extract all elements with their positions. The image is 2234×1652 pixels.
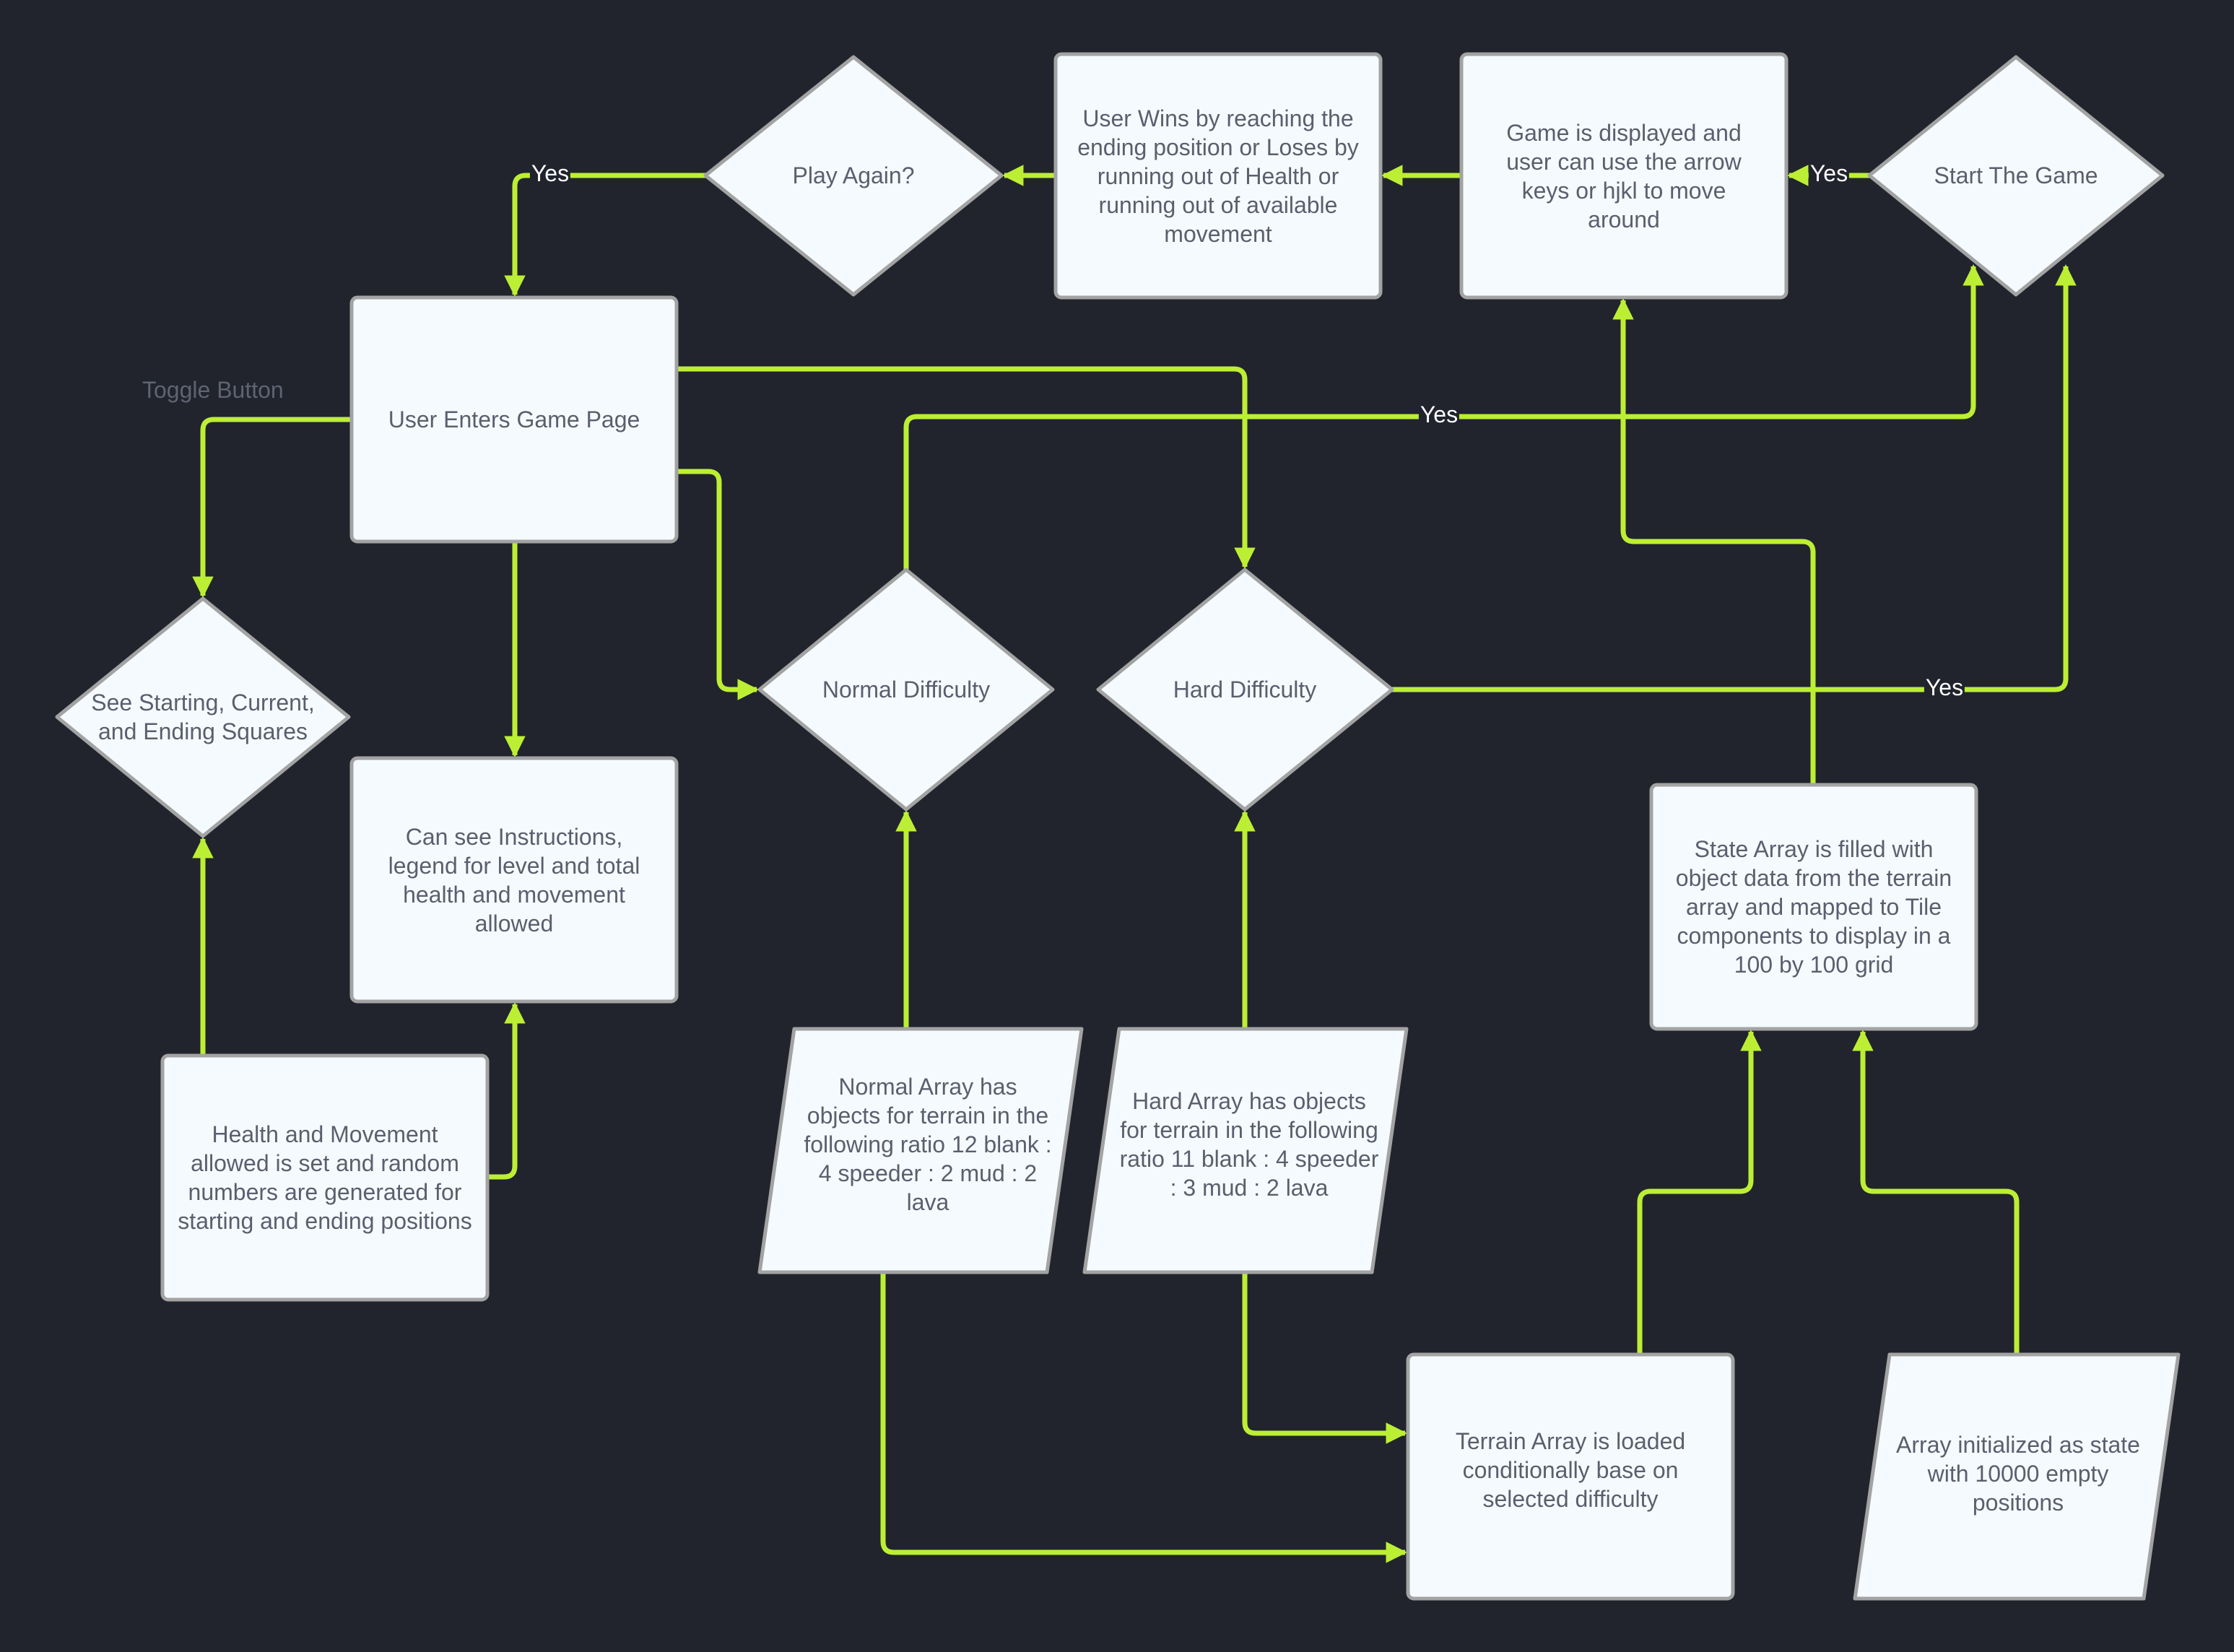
edge-state-array-to-game-displayed[interactable]: [1612, 298, 1816, 785]
toggle-button-annotation: Toggle Button: [142, 377, 284, 403]
node-state-array: State Array is filled with object data f…: [1675, 836, 1952, 978]
edge-normal-array-to-terrain-array[interactable]: [880, 1272, 1407, 1563]
edge-user-enters-to-hard-difficulty[interactable]: [677, 366, 1256, 569]
edge-hard-difficulty-to-start-game[interactable]: [1392, 264, 2077, 692]
edge-user-enters-to-normal-difficulty[interactable]: [677, 469, 759, 700]
edge-hard-array-to-terrain-array[interactable]: [1242, 1272, 1407, 1444]
node-hard-difficulty: Hard Difficulty: [1173, 677, 1317, 703]
edge-user-enters-to-see-squares[interactable]: [192, 417, 352, 598]
edge-label-hard-difficulty-yes: Yes: [1924, 674, 1965, 700]
node-instructions: Can see Instructions, legend for level a…: [388, 823, 640, 936]
node-array-initialized: Array initialized as state with 10000 em…: [1896, 1432, 2140, 1516]
node-normal-difficulty: Normal Difficulty: [822, 677, 991, 703]
node-hard-array: Hard Array has objects for terrain in th…: [1119, 1088, 1379, 1201]
edge-label-normal-difficulty-yes: Yes: [1418, 401, 1460, 427]
node-see-squares: See Starting, Current, and Ending Square…: [91, 690, 315, 744]
edge-terrain-array-to-state-array[interactable]: [1637, 1030, 1762, 1355]
edge-array-initialized-to-state-array[interactable]: [1852, 1030, 2020, 1355]
node-user-enters: User Enters Game Page: [388, 407, 640, 432]
edge-health-to-instructions[interactable]: [487, 1002, 526, 1180]
edge-label-play-again-yes: Yes: [529, 160, 571, 186]
node-normal-array: Normal Array has objects for terrain in …: [804, 1074, 1052, 1215]
node-user-wins: User Wins by reaching the ending positio…: [1077, 105, 1359, 247]
node-health-movement: Health and Movement allowed is set and r…: [178, 1121, 472, 1234]
edge-label-start-game-yes: Yes: [1808, 160, 1850, 186]
node-terrain-array: Terrain Array is loaded conditionally ba…: [1455, 1428, 1686, 1512]
edge-play-again-to-user-enters[interactable]: [504, 173, 705, 297]
node-play-again: Play Again?: [792, 162, 915, 188]
node-game-displayed: Game is displayed and user can use the a…: [1506, 119, 1742, 232]
node-start-game: Start The Game: [1934, 162, 2098, 188]
